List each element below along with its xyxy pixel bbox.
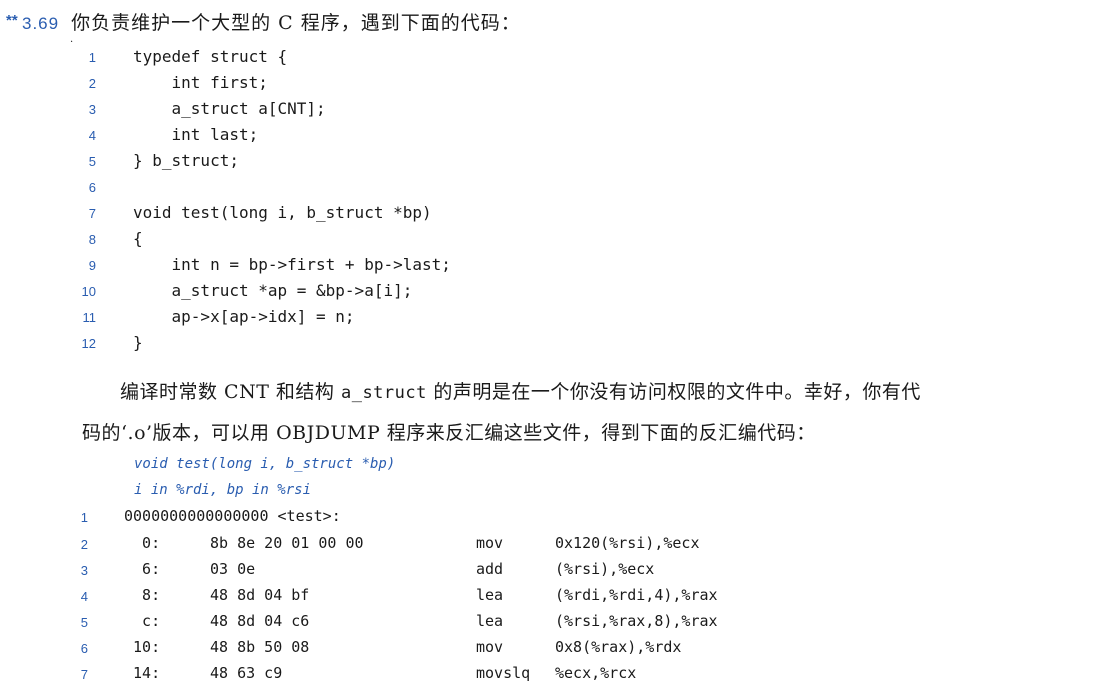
code-line: } <box>133 333 143 352</box>
line-number: 1 <box>88 50 96 65</box>
inline-code: a_struct <box>340 383 427 403</box>
asm-address: c: <box>124 612 161 630</box>
code-line: a_struct *ap = &bp->a[i]; <box>133 281 413 300</box>
line-number: 2 <box>80 537 88 552</box>
problem-number: 3.69 <box>22 14 60 33</box>
asm-opcode: movslq <box>476 664 531 682</box>
asm-operands: (%rsi,%rax,8),%rax <box>555 612 718 630</box>
problem-title: 3.69 你负责维护一个大型的 C 程序，遇到下面的代码： <box>22 8 521 35</box>
line-number: 9 <box>88 258 96 273</box>
asm-address: 6: <box>124 560 161 578</box>
asm-bytes: 8b 8e 20 01 00 00 <box>210 534 364 552</box>
asm-opcode: mov <box>476 534 504 552</box>
asm-opcode: add <box>476 560 504 578</box>
asm-operands: 0x120(%rsi),%ecx <box>555 534 700 552</box>
line-number: 7 <box>80 667 88 682</box>
line-number: 3 <box>80 563 88 578</box>
line-number: 4 <box>80 589 88 604</box>
code-line: ap->x[ap->idx] = n; <box>133 307 355 326</box>
asm-register-note: i in %rdi, bp in %rsi <box>134 482 312 498</box>
asm-address: 10: <box>124 638 161 656</box>
asm-bytes: 48 8d 04 bf <box>210 586 310 604</box>
explanation-paragraph: 编译时常数 CNT 和结构 a_struct 的声明是在一个你没有访问权限的文件… <box>82 372 1092 453</box>
asm-opcode: lea <box>476 586 504 604</box>
line-number: 3 <box>88 102 96 117</box>
line-number: 4 <box>88 128 96 143</box>
code-line: void test(long i, b_struct *bp) <box>133 203 432 222</box>
code-line: typedef struct { <box>133 47 288 66</box>
code-line: int n = bp->first + bp->last; <box>133 255 451 274</box>
line-number: 1 <box>80 510 88 525</box>
code-line: } b_struct; <box>133 151 239 170</box>
code-line: int first; <box>133 73 268 92</box>
line-number: 5 <box>88 154 96 169</box>
line-number: 11 <box>82 310 97 325</box>
asm-operands: %ecx,%rcx <box>555 664 637 682</box>
line-number: 8 <box>88 232 96 247</box>
asm-prototype: void test(long i, b_struct *bp) <box>134 456 396 472</box>
asm-address: 14: <box>124 664 161 682</box>
code-line: int last; <box>133 125 259 144</box>
paragraph-line-1: 编译时常数 CNT 和结构 a_struct 的声明是在一个你没有访问权限的文件… <box>82 372 1092 413</box>
paragraph-text: 编译时常数 CNT 和结构 <box>120 381 341 403</box>
asm-bytes: 48 8b 50 08 <box>210 638 310 656</box>
problem-text: 你负责维护一个大型的 C 程序，遇到下面的代码： <box>71 12 521 34</box>
code-line: a_struct a[CNT]; <box>133 99 326 118</box>
line-number: 5 <box>80 615 88 630</box>
asm-operands: (%rsi),%ecx <box>555 560 655 578</box>
asm-opcode: lea <box>476 612 504 630</box>
line-number: 7 <box>88 206 96 221</box>
line-number: 2 <box>88 76 96 91</box>
line-number: 6 <box>80 641 88 656</box>
asm-address: 0: <box>124 534 161 552</box>
asm-address: 8: <box>124 586 161 604</box>
asm-address: 0000000000000000 <test>: <box>124 507 341 525</box>
asm-operands: 0x8(%rax),%rdx <box>555 638 682 656</box>
paragraph-line-2: 码的‘.o’版本，可以用 OBJDUMP 程序来反汇编这些文件，得到下面的反汇编… <box>82 422 816 444</box>
stray-dot: . <box>70 34 74 45</box>
code-line: { <box>133 229 143 248</box>
asm-opcode: mov <box>476 638 504 656</box>
asm-bytes: 48 63 c9 <box>210 664 283 682</box>
asm-bytes: 03 0e <box>210 560 256 578</box>
line-number: 6 <box>88 180 96 195</box>
paragraph-text: 的声明是在一个你没有访问权限的文件中。幸好，你有代 <box>426 381 921 403</box>
difficulty-mark: ** <box>6 12 18 29</box>
line-number: 12 <box>81 336 96 351</box>
line-number: 10 <box>81 284 96 299</box>
asm-operands: (%rdi,%rdi,4),%rax <box>555 586 718 604</box>
asm-bytes: 48 8d 04 c6 <box>210 612 310 630</box>
